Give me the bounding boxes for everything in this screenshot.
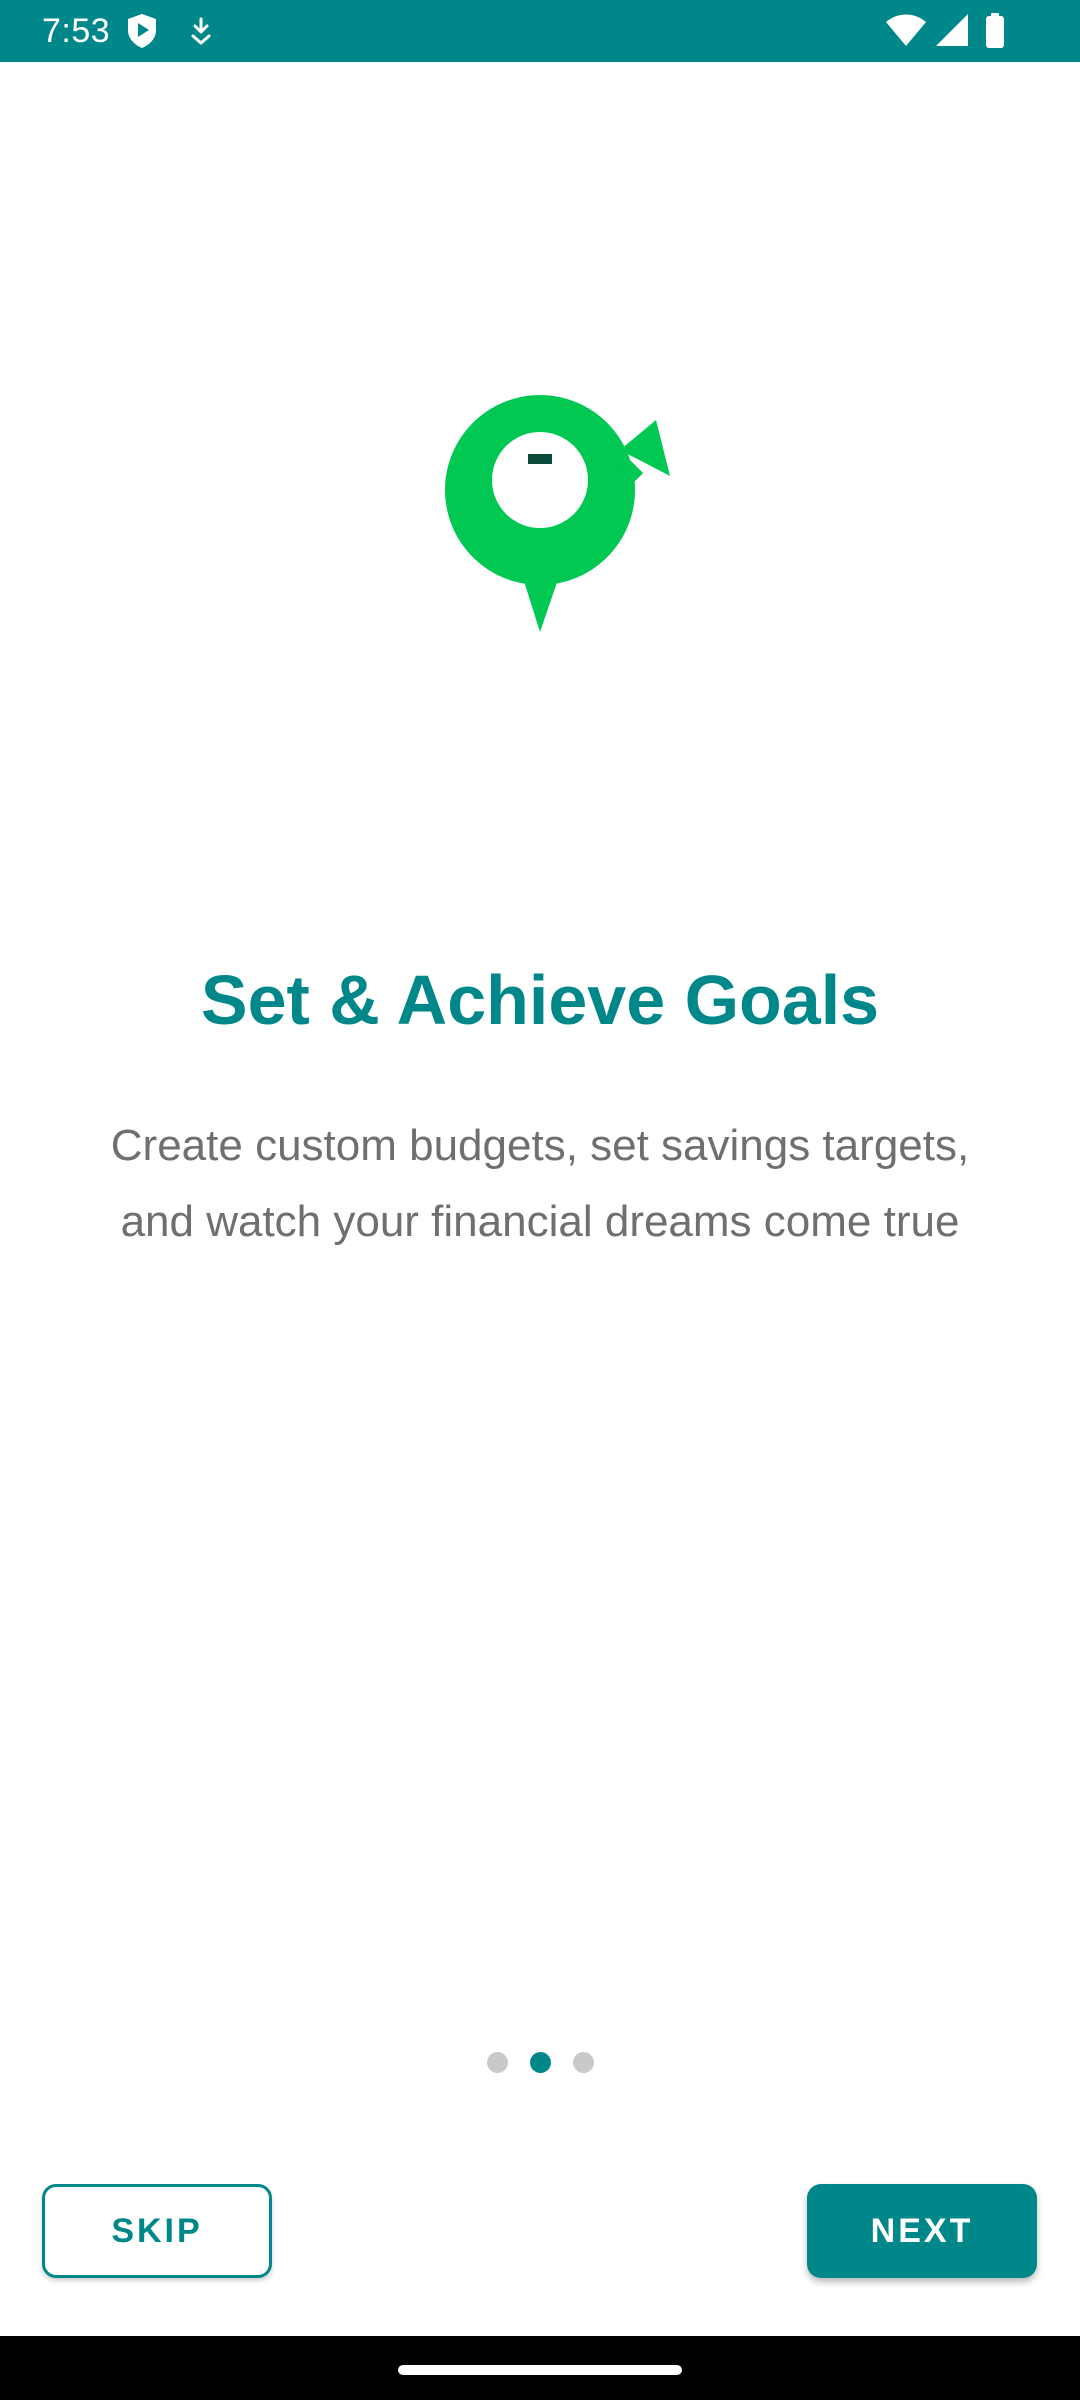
page-title: Set & Achieve Goals (200, 961, 880, 1039)
download-icon (187, 12, 215, 50)
page-indicator-dot-active (529, 2051, 551, 2073)
next-button[interactable]: NEXT (807, 2184, 1037, 2278)
goal-target-icon (440, 392, 680, 632)
status-bar: 7:53 (0, 0, 1080, 62)
home-indicator[interactable] (398, 2365, 682, 2375)
signal-icon (934, 12, 970, 50)
page-indicator-dot (486, 2051, 508, 2073)
skip-button[interactable]: SKIP (42, 2184, 272, 2278)
status-time: 7:53 (42, 12, 111, 50)
play-protect-icon (126, 12, 158, 50)
wifi-icon (884, 12, 928, 50)
navigation-bar (0, 2336, 1080, 2400)
page-indicator-dot (572, 2051, 594, 2073)
battery-icon (984, 12, 1006, 50)
page-indicator (0, 2051, 1080, 2073)
page-description: Create custom budgets, set savings targe… (110, 1121, 970, 1246)
